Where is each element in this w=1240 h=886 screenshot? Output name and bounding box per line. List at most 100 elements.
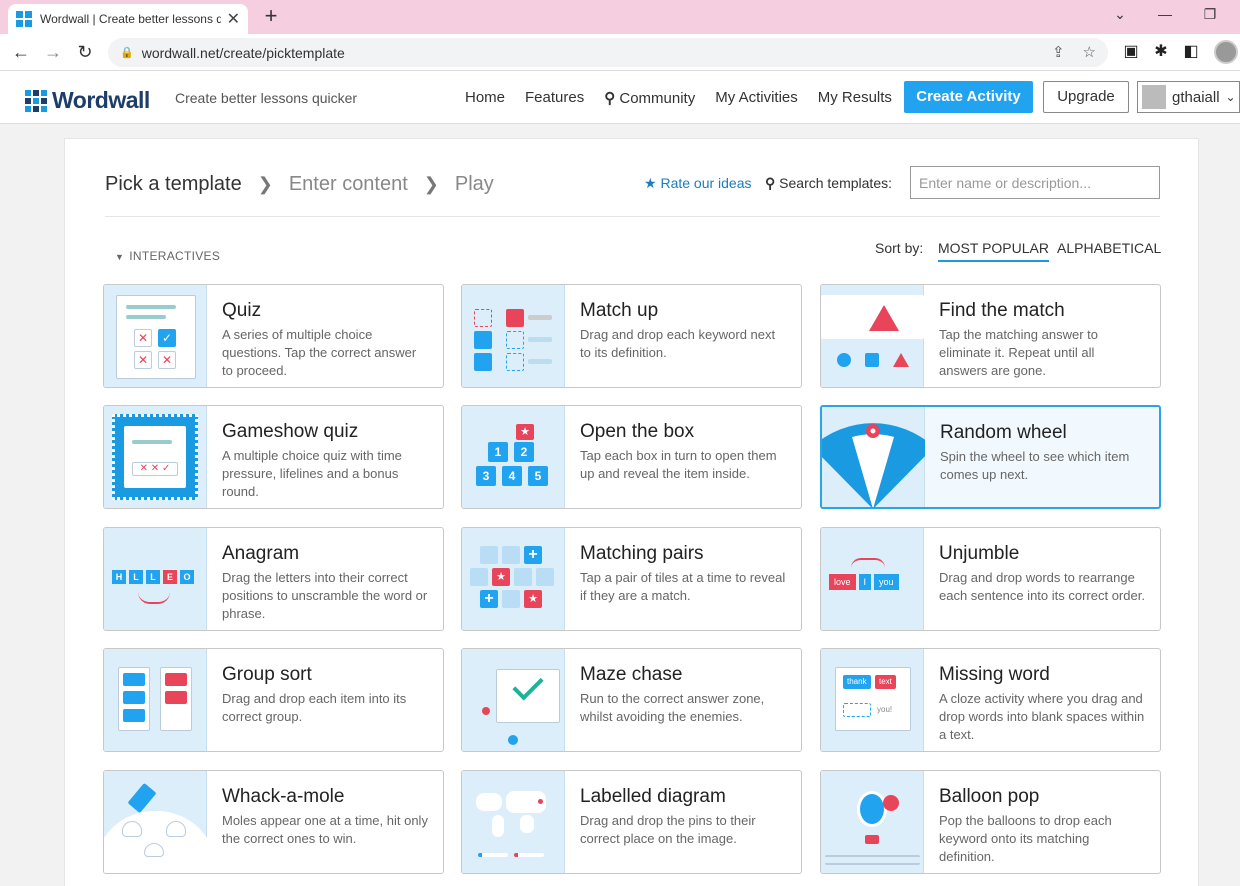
template-name: Maze chase [580,664,683,685]
unjumble-word: love [829,574,856,590]
chevron-right-icon: ❯ [423,174,439,194]
template-name: Matching pairs [580,543,704,564]
template-card-group-sort[interactable]: Group sort Drag and drop each item into i… [103,648,444,752]
create-activity-button[interactable]: Create Activity [904,81,1033,113]
lock-icon[interactable]: 🔒 [120,46,134,59]
section-toggle-interactives[interactable]: ▼ INTERACTIVES [115,249,220,263]
nav-community-label: Community [619,90,696,107]
anagram-letter: O [180,570,194,584]
template-desc: A series of multiple choice questions. T… [222,327,417,378]
upgrade-button[interactable]: Upgrade [1043,81,1129,113]
find-the-match-thumbnail [821,285,924,387]
template-card-random-wheel[interactable]: Random wheel Spin the wheel to see which … [820,405,1161,509]
random-wheel-thumbnail [822,407,934,507]
template-card-labelled-diagram[interactable]: Labelled diagram Drag and drop the pins t… [461,770,802,874]
template-card-find-the-match[interactable]: Find the match Tap the matching answer to… [820,284,1161,388]
anagram-letter: H [112,570,126,584]
template-name: Labelled diagram [580,786,726,807]
template-name: Missing word [939,664,1050,685]
rate-our-ideas-link[interactable]: ★ Rate our ideas [644,175,752,192]
box-number: 2 [514,442,534,462]
template-desc: Tap the matching answer to eliminate it.… [939,327,1098,378]
nav-home[interactable]: Home [465,89,505,107]
template-card-maze-chase[interactable]: Maze chase Run to the correct answer zone… [461,648,802,752]
step-pick-template: Pick a template [105,173,242,195]
minimize-button[interactable]: — [1150,6,1180,22]
forward-button[interactable]: → [40,40,66,66]
template-card-open-the-box[interactable]: ★ 1 2 3 4 5 Open the box Tap each box in … [461,405,802,509]
whack-a-mole-thumbnail [104,771,217,873]
template-card-quiz[interactable]: ✕ ✓ ✕ ✕ Quiz A series of multiple choice … [103,284,444,388]
search-templates-label: ⚲ Search templates: [765,175,892,192]
template-card-gameshow-quiz[interactable]: ✕ ✕ ✓ Gameshow quiz A multiple choice qui… [103,405,444,509]
sort-alphabetical[interactable]: ALPHABETICAL [1057,240,1161,256]
template-desc: Drag and drop words to rearrange each se… [939,570,1145,603]
caret-down-icon: ▼ [115,252,125,262]
open-the-box-thumbnail: ★ 1 2 3 4 5 [462,406,565,508]
back-button[interactable]: ← [8,40,34,66]
template-desc: Moles appear one at a time, hit only the… [222,813,428,846]
extensions-puzzle-icon[interactable]: ✱ [1150,41,1172,63]
missing-word-thumbnail: thank text you! [821,649,924,751]
restore-button[interactable]: ❐ [1195,6,1225,23]
nav-my-activities[interactable]: My Activities [715,89,798,107]
divider [105,216,1160,217]
step-breadcrumb: Pick a template ❯ Enter content ❯ Play [105,173,494,196]
matching-pairs-thumbnail: + ★ + ★ [462,528,565,630]
template-card-anagram[interactable]: H L L E O Anagram Drag the letters into t… [103,527,444,631]
new-tab-button[interactable]: + [258,4,284,30]
address-bar[interactable]: 🔒 wordwall.net/create/picktemplate ⇪ ☆ [108,38,1108,67]
missing-word-tile: text [875,675,896,689]
share-icon[interactable]: ⇪ [1052,43,1065,61]
avatar [1142,85,1166,109]
missing-word-text: you! [877,705,893,714]
extension-qr-icon[interactable]: ▣ [1120,41,1142,63]
template-card-whack-a-mole[interactable]: Whack-a-mole Moles appear one at a time, … [103,770,444,874]
template-name: Gameshow quiz [222,421,359,442]
template-desc: Tap a pair of tiles at a time to reveal … [580,570,786,603]
reload-button[interactable]: ↻ [72,40,98,66]
template-desc: A cloze activity where you drag and drop… [939,691,1145,742]
profile-avatar[interactable] [1214,40,1238,64]
template-name: Open the box [580,421,695,442]
template-desc: Run to the correct answer zone, whilst a… [580,691,765,724]
tagline: Create better lessons quicker [175,90,358,106]
close-tab-icon[interactable]: ✕ [227,9,240,29]
missing-word-tile: thank [843,675,871,689]
tab-title: Wordwall | Create better lessons q [40,12,221,26]
sort-label: Sort by: [875,240,924,256]
match-up-thumbnail [462,285,565,387]
user-menu[interactable]: gthaiall ⌄ [1137,81,1240,113]
wordwall-favicon-icon [16,11,32,27]
main-nav: Home Features ⚲ Community My Activities … [465,89,892,107]
template-desc: Tap each box in turn to open them up and… [580,448,777,481]
nav-community[interactable]: ⚲ Community [604,89,695,107]
template-name: Group sort [222,664,312,685]
template-card-match-up[interactable]: Match up Drag and drop each keyword next … [461,284,802,388]
sort-most-popular[interactable]: MOST POPULAR [938,240,1049,262]
template-desc: Drag the letters into their correct posi… [222,570,428,621]
url-text: wordwall.net/create/picktemplate [141,44,345,61]
bookmark-star-icon[interactable]: ☆ [1083,43,1096,61]
template-name: Match up [580,300,659,321]
side-panel-icon[interactable]: ◧ [1180,41,1202,63]
template-name: Unjumble [939,543,1020,564]
template-name: Balloon pop [939,786,1040,807]
template-card-missing-word[interactable]: thank text you! Missing word A cloze acti… [820,648,1161,752]
template-card-matching-pairs[interactable]: + ★ + ★ Matching pairs Tap a pair of tile… [461,527,802,631]
tab-search-icon[interactable]: ⌄ [1105,6,1135,23]
browser-tab[interactable]: Wordwall | Create better lessons q ✕ [8,4,248,34]
search-label-text: Search templates: [779,175,892,191]
template-card-balloon-pop[interactable]: Balloon pop Pop the balloons to drop each… [820,770,1161,874]
nav-features[interactable]: Features [525,89,584,107]
wordwall-logo[interactable]: Wordwall [25,87,150,114]
chevron-right-icon: ❯ [257,174,273,194]
search-templates-input[interactable] [910,166,1160,199]
template-card-unjumble[interactable]: love I you Unjumble Drag and drop words t… [820,527,1161,631]
quiz-thumbnail: ✕ ✓ ✕ ✕ [104,285,207,387]
box-number: 1 [488,442,508,462]
browser-toolbar: ← → ↻ 🔒 wordwall.net/create/picktemplate… [0,34,1240,71]
template-name: Whack-a-mole [222,786,345,807]
nav-my-results[interactable]: My Results [818,89,892,107]
rate-label: Rate our ideas [660,175,752,191]
